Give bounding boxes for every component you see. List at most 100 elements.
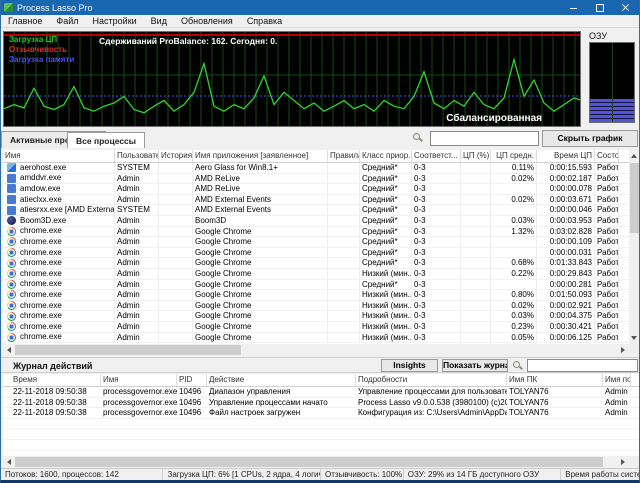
log-column-time[interactable]: Время [3,374,101,386]
table-row[interactable]: amdow.exe Admin AMD ReLive Средний* 0-3 … [3,184,629,195]
menu-item[interactable]: Настройки [86,16,144,26]
cell-time: 22-11-2018 09:50:38 [3,408,101,417]
cell-cpu [461,248,491,258]
table-row[interactable]: chrome.exe Admin Google Chrome Средний* … [3,248,629,259]
vertical-scrollbar[interactable] [629,150,640,344]
log-row[interactable]: 22-11-2018 09:50:38 processgovernor.exe … [3,398,640,409]
column-header-user[interactable]: Пользователь [115,150,159,162]
table-row[interactable]: atiesrxx.exe [AMD External Even... SYSTE… [3,205,629,216]
log-column-pc[interactable]: Имя ПК [507,374,603,386]
log-column-user[interactable]: Имя пол... [603,374,631,386]
cell-user: Admin [115,333,159,343]
cell-pid: 10496 [177,408,207,417]
cell-history [159,322,193,332]
process-icon [7,237,16,246]
column-header-affinity[interactable]: Соответст... [412,150,461,162]
column-header-cpu-time[interactable]: Время ЦП [537,150,595,162]
cell-priority: Средний* [360,280,412,290]
insights-button[interactable]: Insights [381,359,438,372]
cell-rules [328,205,360,215]
horizontal-scrollbar[interactable] [3,344,629,356]
column-header-rules[interactable]: Правила [328,150,360,162]
table-row[interactable]: chrome.exe Admin Google Chrome Низкий (м… [3,322,629,333]
cell-cpu-avg: 0.23% [491,322,537,332]
cell-name: processgovernor.exe [101,408,177,417]
log-table-header[interactable]: Время Имя PID Действие Подробности Имя П… [3,374,640,387]
cell-user: Admin [115,195,159,205]
table-row[interactable]: chrome.exe Admin Google Chrome Средний* … [3,258,629,269]
column-header-priority[interactable]: Класс приор... [360,150,412,162]
table-row[interactable]: amddvr.exe Admin AMD ReLive Средний* 0-3… [3,174,629,185]
cell-cpu-time: 0:00:29.843 [537,269,595,279]
log-row[interactable]: 22-11-2018 09:50:38 processgovernor.exe … [3,408,640,419]
column-header-cpu-avg[interactable]: ЦП средн. [491,150,537,162]
table-row[interactable]: chrome.exe Admin Google Chrome Средний* … [3,280,629,291]
graph-legend: Загрузка ЦПОтзывчивостьЗагрузка памяти [9,35,74,65]
cell-history [159,333,193,343]
cell-rules [328,216,360,226]
cell-priority: Средний* [360,184,412,194]
column-header-history[interactable]: История сдер... [159,150,193,162]
menu-item[interactable]: Вид [144,16,174,26]
table-row[interactable]: chrome.exe Admin Google Chrome Низкий (м… [3,333,629,344]
scroll-right-icon[interactable] [621,347,625,353]
table-row[interactable]: atieclxx.exe Admin AMD External Events С… [3,195,629,206]
table-row[interactable]: chrome.exe Admin Google Chrome Низкий (м… [3,269,629,280]
menu-bar: ГлавноеФайлНастройкиВидОбновленияСправка [1,15,639,28]
minimize-icon[interactable] [561,0,587,15]
cell-cpu [461,301,491,311]
close-icon[interactable] [613,0,639,15]
title-bar[interactable]: Process Lasso Pro [1,0,639,15]
cell-name: chrome.exe [3,301,115,311]
column-header-name[interactable]: Имя [3,150,115,162]
cell-app: Google Chrome [193,290,328,300]
scrollbar-thumb[interactable] [15,345,241,355]
menu-item[interactable]: Главное [1,16,49,26]
table-row[interactable]: Boom3D.exe Admin Boom3D Средний* 0-3 0.0… [3,216,629,227]
cell-app: AMD ReLive [193,184,328,194]
log-column-pid[interactable]: PID [177,374,207,386]
cell-cpu-time: 0:00:00.046 [537,205,595,215]
table-row[interactable]: aerohost.exe SYSTEM Aero Glass for Win8.… [3,163,629,174]
log-column-name[interactable]: Имя [101,374,177,386]
maximize-icon[interactable] [587,0,613,15]
cell-history [159,227,193,237]
cell-app: Google Chrome [193,269,328,279]
scroll-right-icon[interactable] [621,459,625,465]
cell-cpu-avg: 0.05% [491,333,537,343]
menu-item[interactable]: Справка [240,16,289,26]
cell-name: chrome.exe [3,333,115,343]
process-search-input[interactable] [430,131,539,146]
log-search-input[interactable] [527,359,638,372]
log-column-details[interactable]: Подробности [356,374,507,386]
process-icon [7,163,16,172]
log-row[interactable]: 22-11-2018 09:50:38 processgovernor.exe … [3,387,640,398]
column-header-cpu[interactable]: ЦП (%) [461,150,491,162]
scroll-down-icon[interactable] [631,336,637,340]
cell-history [159,258,193,268]
table-row[interactable]: chrome.exe Admin Google Chrome Средний* … [3,237,629,248]
process-tab[interactable]: Все процессы [67,132,145,148]
table-row[interactable]: chrome.exe Admin Google Chrome Низкий (м… [3,311,629,322]
table-row[interactable]: chrome.exe Admin Google Chrome Средний* … [3,227,629,238]
table-row[interactable]: chrome.exe Admin Google Chrome Низкий (м… [3,290,629,301]
cell-priority: Низкий (мин... [360,290,412,300]
log-column-action[interactable]: Действие [207,374,356,386]
scrollbar-thumb[interactable] [630,163,639,233]
show-log-button[interactable]: Показать журнал [442,359,508,372]
scroll-left-icon[interactable] [7,459,11,465]
column-header-app[interactable]: Имя приложения [заявленное] [193,150,328,162]
menu-item[interactable]: Обновления [174,16,240,26]
scrollbar-thumb[interactable] [15,457,603,467]
log-horizontal-scrollbar[interactable] [3,456,629,468]
hide-graph-button[interactable]: Скрыть график [542,130,638,147]
scroll-up-icon[interactable] [631,154,637,158]
cell-action: Файл настроек загружен [207,408,356,417]
scroll-left-icon[interactable] [7,347,11,353]
menu-item[interactable]: Файл [49,16,85,26]
table-row[interactable]: chrome.exe Admin Google Chrome Низкий (м… [3,301,629,312]
action-log-title: Журнал действий [13,361,92,371]
cell-name: atiesrxx.exe [AMD External Even... [3,205,115,215]
column-header-state[interactable]: Состоян [595,150,619,162]
process-table-header[interactable]: Имя Пользователь История сдер... Имя при… [3,150,629,163]
